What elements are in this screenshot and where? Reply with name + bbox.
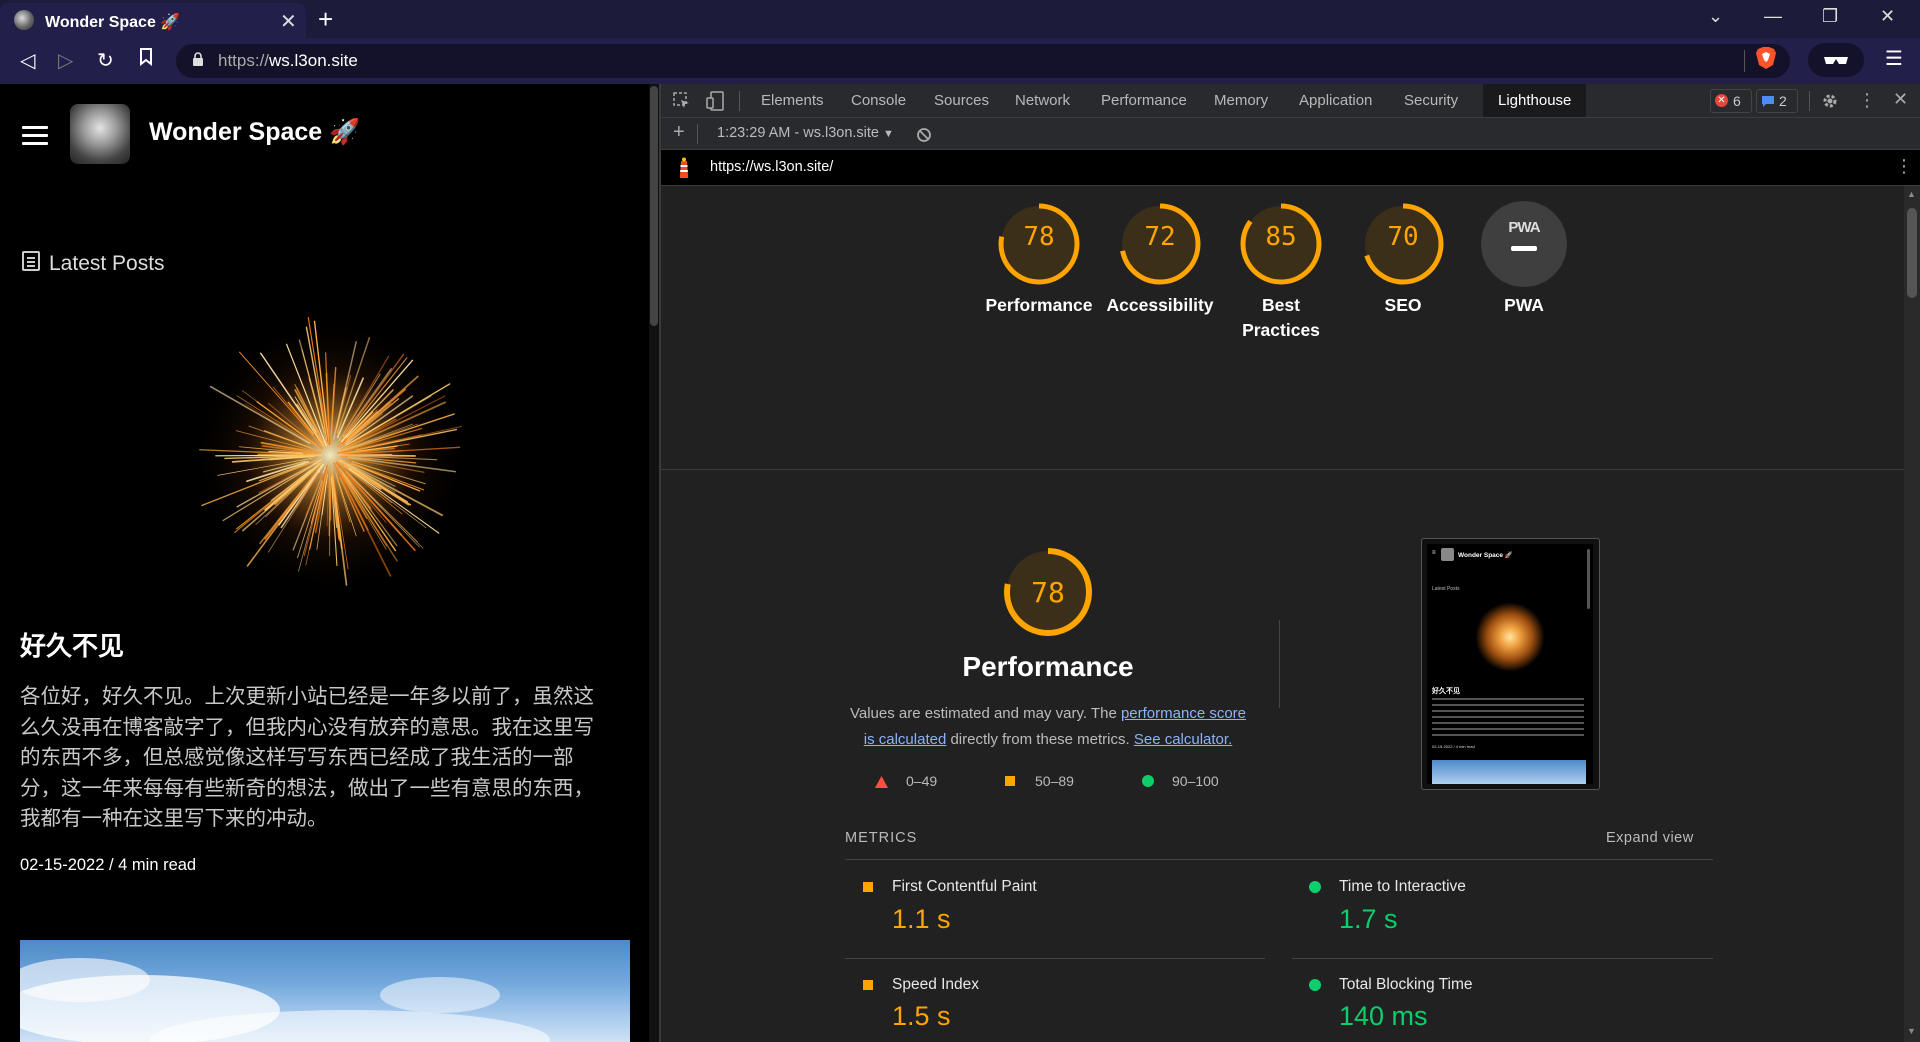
report-selector[interactable]: 1:23:29 AM - ws.l3on.site ▼ [717, 125, 894, 141]
new-report-icon[interactable]: + [673, 121, 685, 144]
site-title[interactable]: Wonder Space 🚀 [149, 118, 360, 147]
final-screenshot-thumbnail[interactable]: ≡ Wonder Space 🚀 Latest Posts 好久不见 02-15… [1421, 538, 1600, 790]
message-counter[interactable]: 2 [1756, 89, 1798, 113]
pass-circle-icon [1309, 979, 1321, 991]
tab-application[interactable]: Application [1299, 84, 1372, 117]
score-performance: 78 [1023, 222, 1055, 252]
average-square-icon [863, 882, 873, 892]
bookmark-icon[interactable] [139, 48, 153, 72]
pwa-badge: PWA [1508, 219, 1540, 236]
error-counter[interactable]: ✕ 6 [1710, 89, 1752, 113]
score-best-practices: 85 [1265, 222, 1297, 252]
tab-performance[interactable]: Performance [1101, 84, 1187, 117]
label-accessibility: Accessibility [1106, 295, 1214, 315]
reload-icon[interactable]: ↻ [97, 48, 114, 73]
back-icon[interactable]: ◁ [20, 48, 35, 73]
devtools-tab-bar: Elements Console Sources Network Perform… [661, 84, 1920, 118]
dropdown-arrow-icon: ▼ [883, 128, 894, 140]
is-calculated-link[interactable]: is calculated [864, 731, 947, 748]
url-text: https://ws.l3on.site [218, 51, 358, 70]
pass-circle-icon [1309, 881, 1321, 893]
tab-close-icon[interactable]: ✕ [280, 9, 297, 34]
label-seo: SEO [1384, 295, 1422, 315]
tab-network[interactable]: Network [1015, 84, 1070, 117]
restore-button[interactable]: ❐ [1822, 6, 1838, 27]
metrics-header: METRICS [845, 830, 918, 846]
average-square-icon [863, 980, 873, 990]
report-url-bar: https://ws.l3on.site/ ⋮ [661, 150, 1920, 186]
tab-search-icon[interactable]: ⌄ [1708, 6, 1723, 27]
minimize-button[interactable]: — [1764, 6, 1782, 27]
lighthouse-report: 78 Performance 72 Accessibility 85 Best … [661, 186, 1904, 1042]
error-icon: ✕ [1715, 94, 1728, 107]
average-square-icon [1005, 776, 1015, 786]
label-best-practices: Best Practices [1242, 295, 1320, 340]
window-close-button[interactable]: ✕ [1880, 6, 1895, 27]
website-viewport: Wonder Space 🚀 Latest Posts 好久不见 各位好，好久不… [0, 84, 660, 1042]
close-devtools-icon[interactable]: ✕ [1893, 89, 1908, 110]
performance-big-score: 78 [1031, 576, 1065, 609]
post-title[interactable]: 好久不见 [20, 626, 124, 663]
report-url[interactable]: https://ws.l3on.site/ [710, 159, 833, 175]
post-meta: 02-15-2022 / 4 min read [20, 856, 197, 874]
performance-title: Performance [962, 651, 1134, 682]
devtools-panel: Elements Console Sources Network Perform… [661, 84, 1920, 1042]
performance-description: Values are estimated and may vary. The p… [849, 705, 1247, 748]
browser-menu-icon[interactable]: ☰ [1885, 46, 1903, 71]
lock-icon [193, 52, 203, 66]
new-tab-button[interactable]: + [318, 4, 333, 35]
brave-shields-icon[interactable] [1755, 46, 1777, 70]
tab-elements[interactable]: Elements [761, 84, 824, 117]
more-options-icon[interactable]: ⋮ [1858, 90, 1876, 111]
latest-posts-heading: Latest Posts [49, 252, 165, 275]
glasses-icon [1824, 57, 1848, 64]
see-calculator-link[interactable]: See calculator. [1134, 731, 1232, 748]
inspect-element-icon[interactable] [673, 92, 691, 110]
url-field[interactable]: https://ws.l3on.site [176, 44, 1790, 78]
expand-view-toggle[interactable]: Expand view [1606, 830, 1694, 846]
site-avatar[interactable] [70, 104, 130, 164]
post-cover-image[interactable] [160, 310, 500, 600]
label-pwa: PWA [1504, 295, 1544, 315]
tab-lighthouse[interactable]: Lighthouse [1483, 84, 1587, 117]
device-toolbar-icon[interactable] [706, 91, 724, 111]
pwa-dash-icon [1511, 246, 1537, 251]
score-seo: 70 [1387, 222, 1419, 252]
tab-sources[interactable]: Sources [934, 84, 989, 117]
browser-tab-strip: Wonder Space 🚀 ✕ + ⌄ — ❐ ✕ [0, 0, 1920, 38]
tab-memory[interactable]: Memory [1214, 84, 1268, 117]
post-excerpt: 各位好，好久不见。上次更新小站已经是一年多以前了，虽然这 么久没再在博客敲字了，… [20, 685, 594, 830]
score-accessibility: 72 [1144, 222, 1176, 252]
vpn-button[interactable] [1808, 43, 1864, 77]
report-scrollbar[interactable]: ▲ ▼ [1904, 186, 1920, 1042]
settings-gear-icon[interactable] [1821, 92, 1839, 110]
next-post-cover-image[interactable] [20, 940, 630, 1042]
browser-tab[interactable]: Wonder Space 🚀 ✕ [0, 3, 306, 38]
tab-security[interactable]: Security [1404, 84, 1458, 117]
clear-reports-icon[interactable] [916, 127, 932, 143]
lighthouse-logo-icon [680, 157, 688, 178]
tab-title: Wonder Space 🚀 [45, 14, 181, 31]
legend-fail: 0–49 [906, 773, 938, 789]
page-scrollbar[interactable] [649, 84, 659, 1042]
fail-triangle-icon [875, 776, 888, 788]
menu-hamburger-icon[interactable] [22, 126, 48, 146]
lighthouse-toolbar: + 1:23:29 AM - ws.l3on.site ▼ [661, 118, 1920, 150]
tab-console[interactable]: Console [851, 84, 906, 117]
forward-icon[interactable]: ▷ [58, 48, 73, 73]
legend-pass: 90–100 [1172, 773, 1219, 789]
posts-list-icon [22, 251, 40, 271]
gauge-pwa[interactable]: PWA [1481, 201, 1567, 287]
address-toolbar: ◁ ▷ ↻ https://ws.l3on.site ☰ [0, 38, 1920, 84]
message-icon [1762, 96, 1774, 107]
legend-average: 50–89 [1035, 773, 1074, 789]
report-menu-icon[interactable]: ⋮ [1895, 156, 1913, 177]
site-favicon-icon [14, 10, 34, 30]
pass-circle-icon [1142, 775, 1154, 787]
label-performance: Performance [985, 295, 1093, 315]
performance-score-link[interactable]: performance score [1121, 705, 1246, 722]
